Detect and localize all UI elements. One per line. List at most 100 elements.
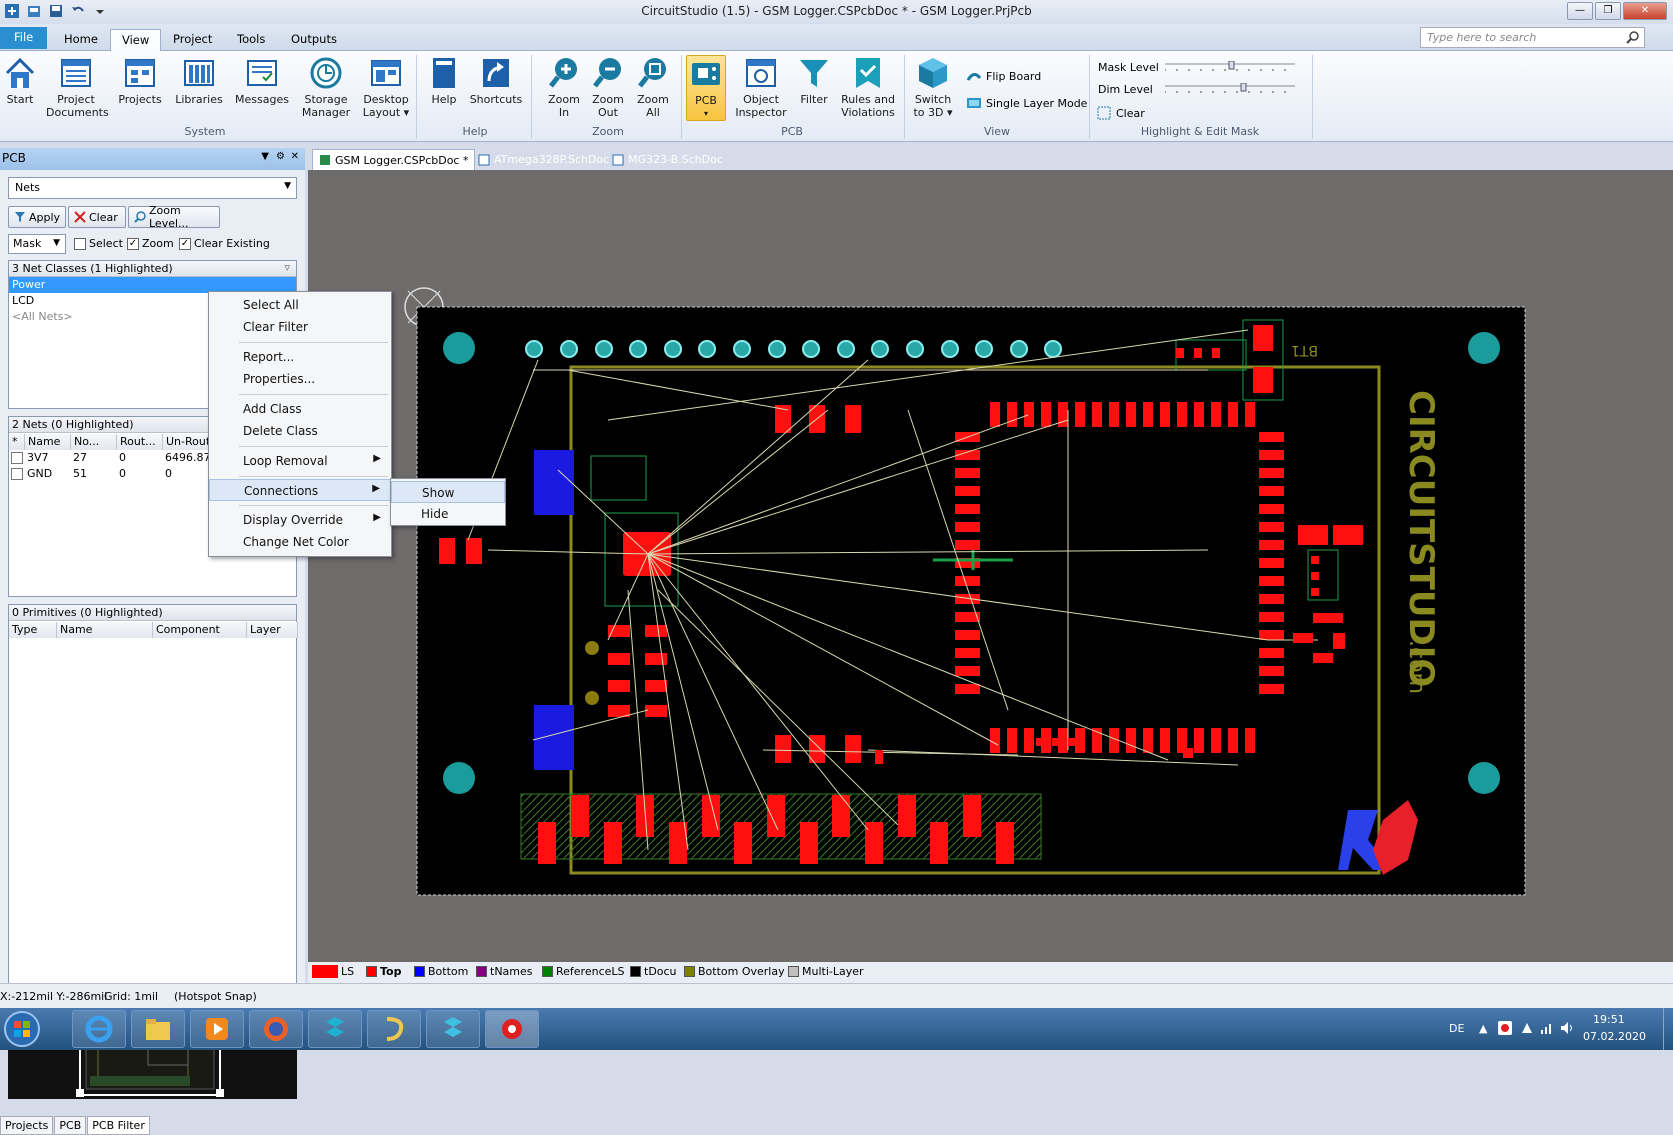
menu-item-connections[interactable]: Connections ▶ <box>209 479 391 501</box>
file-explorer-icon[interactable] <box>131 1010 185 1048</box>
menu-item-report[interactable]: Report... <box>209 346 391 368</box>
mask-level-slider[interactable] <box>1165 61 1295 71</box>
layer-tab-bottom-overlay[interactable]: Bottom Overlay <box>684 965 785 978</box>
column-header-nodes[interactable]: No... <box>71 434 117 450</box>
doc-tab-atmega[interactable]: ATmega328P.SchDoc <box>472 149 615 170</box>
menu-item-clear-filter[interactable]: Clear Filter <box>209 316 391 338</box>
apply-button[interactable]: Apply <box>8 206 66 228</box>
zoom-level-button[interactable]: Zoom Level... <box>128 204 220 230</box>
tab-home[interactable]: Home <box>53 29 109 51</box>
layer-tab-tnames[interactable]: tNames <box>476 965 533 978</box>
storage-manager-button[interactable]: Storage Manager <box>298 55 354 119</box>
start-button[interactable]: Start <box>2 55 38 106</box>
clock-time[interactable]: 19:51 <box>1593 1013 1625 1026</box>
menu-item-hide[interactable]: Hide <box>391 503 505 525</box>
libraries-button[interactable]: Libraries <box>174 55 224 106</box>
column-header-name[interactable]: Name <box>57 622 153 638</box>
volume-icon[interactable] <box>1559 1020 1575 1036</box>
layer-tab-multi-layer[interactable]: Multi-Layer <box>788 965 864 978</box>
select-checkbox[interactable]: Select <box>74 237 123 250</box>
column-header-routed[interactable]: Rout... <box>117 434 163 450</box>
app-taskbar-icon[interactable] <box>367 1010 421 1048</box>
tab-file[interactable]: File <box>0 27 48 49</box>
tab-pcb-filter[interactable]: PCB Filter <box>87 1116 150 1135</box>
tab-tools[interactable]: Tools <box>226 29 276 51</box>
rules-violations-button[interactable]: Rules and Violations <box>836 55 900 119</box>
clock-date[interactable]: 07.02.2020 <box>1583 1030 1646 1043</box>
menu-item-label: Loop Removal <box>243 454 328 468</box>
layer-tab-tdocu[interactable]: tDocu <box>630 965 677 978</box>
panel-menu-icon[interactable]: ▼ <box>261 151 269 162</box>
tab-projects[interactable]: Projects <box>0 1116 54 1135</box>
clear-mask-button[interactable]: Clear <box>1096 105 1145 121</box>
menu-item-change-net-color[interactable]: Change Net Color <box>209 531 391 553</box>
menu-item-delete-class[interactable]: Delete Class <box>209 420 391 442</box>
project-documents-button[interactable]: Project Documents <box>46 55 109 119</box>
panel-mode-select[interactable]: Nets ▼ <box>8 177 297 199</box>
pin-icon[interactable]: ⚙ <box>276 151 285 162</box>
messages-button[interactable]: Messages <box>234 55 290 106</box>
tab-pcb[interactable]: PCB <box>54 1116 87 1135</box>
column-header-component[interactable]: Component <box>153 622 247 638</box>
layer-set-swatch[interactable]: LS <box>312 965 354 978</box>
show-desktop-button[interactable] <box>1663 1008 1673 1050</box>
filter-button[interactable]: Filter <box>795 55 833 106</box>
tab-outputs[interactable]: Outputs <box>280 29 348 51</box>
zoom-checkbox[interactable]: ✓ Zoom <box>127 237 174 250</box>
mask-mode-select[interactable]: Mask ▼ <box>8 234 66 254</box>
clear-existing-checkbox[interactable]: ✓ Clear Existing <box>179 237 270 250</box>
row-checkbox[interactable] <box>11 468 23 480</box>
maximize-button[interactable]: ❐ <box>1595 2 1621 20</box>
column-header-star[interactable]: * <box>9 434 25 450</box>
pcb-button[interactable]: PCB ▾ <box>686 55 726 121</box>
menu-item-display-override[interactable]: Display Override ▶ <box>209 509 391 531</box>
column-header-name[interactable]: Name <box>25 434 71 450</box>
menu-item-select-all[interactable]: Select All <box>209 294 391 316</box>
pcb-editor-canvas[interactable]: BT1 CIRCUITSTUDIO .com <box>308 170 1673 962</box>
close-panel-icon[interactable]: ✕ <box>291 151 299 162</box>
menu-item-properties[interactable]: Properties... <box>209 368 391 390</box>
column-header-type[interactable]: Type <box>9 622 57 638</box>
layer-tab-bottom[interactable]: Bottom <box>414 965 468 978</box>
circuitstudio-taskbar-icon-2[interactable] <box>426 1010 480 1048</box>
single-layer-mode-button[interactable]: Single Layer Mode <box>966 95 1087 111</box>
tray-expand-icon[interactable]: ▲ <box>1479 1022 1487 1035</box>
menu-item-show[interactable]: Show <box>391 481 505 503</box>
language-indicator[interactable]: DE <box>1449 1022 1464 1035</box>
projects-button[interactable]: Projects <box>116 55 164 106</box>
doc-tab-pcb[interactable]: GSM Logger.CSPcbDoc * <box>312 149 476 170</box>
layer-tab-referencels[interactable]: ReferenceLS <box>542 965 625 978</box>
column-header-layer[interactable]: Layer <box>247 622 298 638</box>
switch-3d-label-1: Switch <box>914 93 952 106</box>
minimize-button[interactable]: — <box>1567 2 1593 20</box>
layer-color-swatch <box>542 966 553 977</box>
object-inspector-button[interactable]: Object Inspector <box>731 55 791 119</box>
media-player-icon[interactable] <box>190 1010 244 1048</box>
pcb-app-taskbar-icon[interactable] <box>485 1010 539 1048</box>
tray-app-icon[interactable] <box>1497 1020 1513 1036</box>
search-input[interactable]: Type here to search <box>1420 27 1645 48</box>
close-button[interactable]: ✕ <box>1623 2 1667 20</box>
network-icon[interactable] <box>1539 1020 1555 1036</box>
circuitstudio-taskbar-icon[interactable] <box>308 1010 362 1048</box>
action-center-icon[interactable] <box>1519 1020 1535 1036</box>
tab-project[interactable]: Project <box>162 29 223 51</box>
clear-button[interactable]: Clear <box>68 206 126 228</box>
flip-board-button[interactable]: Flip Board <box>966 68 1041 84</box>
menu-item-loop-removal[interactable]: Loop Removal ▶ <box>209 450 391 472</box>
projects-icon <box>123 55 157 91</box>
layer-tab-top[interactable]: Top <box>366 965 401 978</box>
firefox-icon[interactable] <box>249 1010 303 1048</box>
desktop-layout-button[interactable]: Desktop Layout ▾ <box>360 55 412 119</box>
switch-3d-button[interactable]: Switch to 3D ▾ <box>910 55 956 119</box>
start-orb-icon[interactable] <box>2 1010 42 1048</box>
help-button[interactable]: Help <box>424 55 464 106</box>
internet-explorer-icon[interactable] <box>72 1010 126 1048</box>
row-checkbox[interactable] <box>11 452 23 464</box>
doc-tab-mg323[interactable]: MG323-B.SchDoc <box>606 149 729 170</box>
shortcuts-button[interactable]: Shortcuts <box>468 55 524 106</box>
menu-item-add-class[interactable]: Add Class <box>209 398 391 420</box>
dim-level-slider[interactable] <box>1165 83 1295 93</box>
zoom-all-button[interactable]: Zoom All <box>627 55 679 119</box>
tab-view[interactable]: View <box>110 29 162 51</box>
